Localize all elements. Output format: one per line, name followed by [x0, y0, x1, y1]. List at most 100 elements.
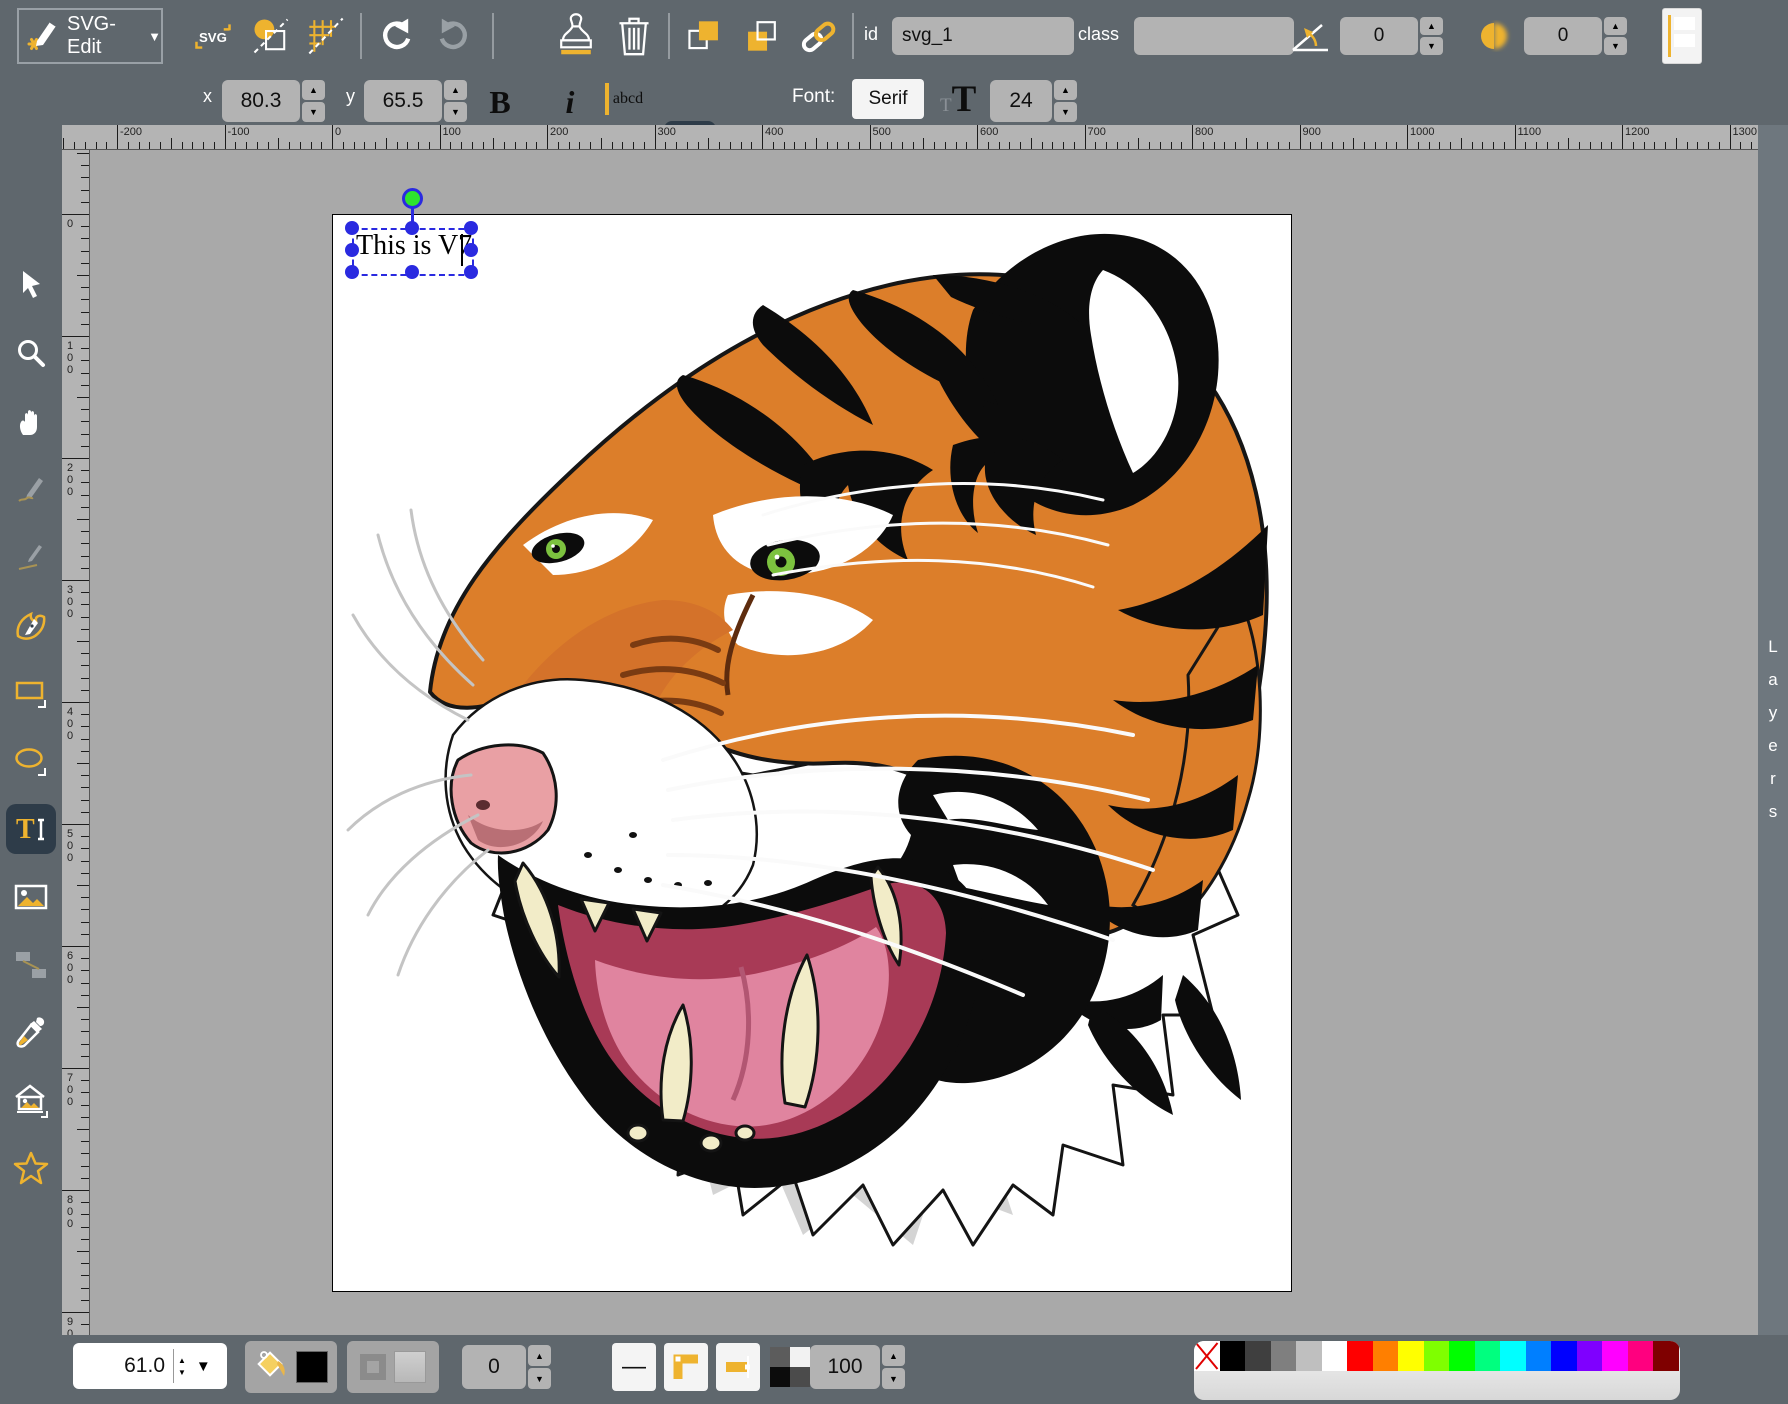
selection-handle-nw[interactable] [345, 221, 359, 235]
italic-button[interactable]: i [548, 80, 592, 124]
class-input[interactable] [1134, 17, 1294, 55]
blur-input[interactable]: 0 ▲ ▼ [1524, 17, 1627, 55]
palette-swatch[interactable] [1602, 1341, 1628, 1371]
ellipse-tool[interactable] [6, 736, 56, 786]
ruler-tick [1171, 142, 1172, 149]
move-top-icon[interactable] [680, 12, 730, 60]
angle-input[interactable]: 0 ▲ ▼ [1340, 17, 1443, 55]
stroke-width-up-button[interactable]: ▲ [528, 1345, 551, 1366]
move-bottom-icon[interactable] [736, 12, 786, 60]
text-tool[interactable]: T [6, 804, 56, 854]
stroke-linejoin-button[interactable] [664, 1343, 708, 1391]
path-tool[interactable] [6, 600, 56, 650]
selection-handle-w[interactable] [345, 243, 359, 257]
x-up-button[interactable]: ▲ [302, 80, 325, 100]
workspace[interactable]: This is V7 [90, 150, 1758, 1335]
palette-swatch[interactable] [1271, 1341, 1297, 1371]
source-icon[interactable]: SVG [188, 14, 238, 58]
rect-tool[interactable] [6, 668, 56, 718]
palette-swatch[interactable] [1653, 1341, 1679, 1371]
eyedropper-tool[interactable] [6, 1008, 56, 1058]
grid-icon[interactable] [300, 12, 352, 60]
stroke-width-down-button[interactable]: ▼ [528, 1368, 551, 1389]
zoom-tool[interactable] [6, 328, 56, 378]
selection-handle-se[interactable] [464, 265, 478, 279]
palette-swatch[interactable] [1373, 1341, 1399, 1371]
blur-up-button[interactable]: ▲ [1604, 17, 1627, 35]
zoom-widget[interactable]: 61.0 ▲ ▼ ▼ [73, 1343, 227, 1389]
font-size-down-button[interactable]: ▼ [1054, 102, 1077, 122]
palette-swatch[interactable] [1347, 1341, 1373, 1371]
zoom-down-button[interactable]: ▼ [178, 1368, 186, 1377]
pencil-tool[interactable] [6, 464, 56, 514]
palette-swatch[interactable] [1526, 1341, 1552, 1371]
stroke-color-swatch[interactable] [394, 1351, 426, 1383]
palette-swatch[interactable] [1424, 1341, 1450, 1371]
layers-panel-tab[interactable]: Layers [1758, 125, 1788, 1335]
palette-swatch[interactable] [1628, 1341, 1654, 1371]
palette-swatch[interactable] [1449, 1341, 1475, 1371]
ruler-tick [870, 125, 871, 149]
angle-down-button[interactable]: ▼ [1420, 37, 1443, 55]
opacity-down-button[interactable]: ▼ [882, 1368, 905, 1389]
editor-background-swatch[interactable] [1662, 8, 1702, 64]
y-up-button[interactable]: ▲ [444, 80, 467, 100]
pan-tool[interactable] [6, 396, 56, 446]
palette-swatch[interactable] [1475, 1341, 1501, 1371]
opacity-up-button[interactable]: ▲ [882, 1345, 905, 1366]
x-down-button[interactable]: ▼ [302, 102, 325, 122]
palette-swatch[interactable] [1500, 1341, 1526, 1371]
undo-icon[interactable] [370, 12, 422, 60]
selection-handle-sw[interactable] [345, 265, 359, 279]
color-palette[interactable] [1194, 1341, 1680, 1400]
wireframe-icon[interactable] [246, 12, 296, 60]
bold-button[interactable]: B [478, 80, 522, 124]
font-size-input[interactable]: 24 ▲ ▼ [990, 80, 1077, 122]
image-tool[interactable] [6, 872, 56, 922]
zoom-up-button[interactable]: ▲ [178, 1356, 186, 1365]
selection-handle-n[interactable] [405, 221, 419, 235]
fill-color-swatch[interactable] [296, 1351, 328, 1383]
font-family-button[interactable]: Serif [852, 79, 924, 119]
palette-swatch[interactable] [1220, 1341, 1246, 1371]
zoom-dropdown-icon[interactable]: ▼ [196, 1358, 211, 1375]
svg-canvas[interactable] [332, 214, 1292, 1292]
selection-handle-ne[interactable] [464, 221, 478, 235]
stroke-color-group[interactable] [347, 1341, 439, 1393]
y-input[interactable]: 65.5 ▲ ▼ [364, 80, 467, 122]
text-anchor-start-button[interactable]: abcd [602, 77, 654, 121]
delete-icon[interactable] [608, 10, 660, 62]
blur-down-button[interactable]: ▼ [1604, 37, 1627, 55]
y-down-button[interactable]: ▼ [444, 102, 467, 122]
palette-swatch[interactable] [1577, 1341, 1603, 1371]
select-tool[interactable] [6, 260, 56, 310]
stroke-dash-button[interactable]: — [612, 1343, 656, 1391]
line-tool[interactable] [6, 532, 56, 582]
redo-icon[interactable] [428, 12, 480, 60]
rotate-handle[interactable] [402, 188, 423, 209]
selection-handle-e[interactable] [464, 243, 478, 257]
id-input[interactable]: svg_1 [892, 17, 1074, 55]
logo-menu-button[interactable]: SVG-Edit ▼ [17, 8, 163, 64]
palette-swatch-none[interactable] [1194, 1341, 1220, 1371]
x-input[interactable]: 80.3 ▲ ▼ [222, 80, 325, 122]
ruler-tick [687, 142, 688, 149]
opacity-input[interactable]: 100 ▲ ▼ [810, 1345, 905, 1389]
palette-swatch[interactable] [1322, 1341, 1348, 1371]
stroke-linecap-button[interactable] [716, 1343, 760, 1391]
shape-library-tool[interactable] [6, 1076, 56, 1126]
angle-up-button[interactable]: ▲ [1420, 17, 1443, 35]
stroke-width-input[interactable]: 0 ▲ ▼ [462, 1345, 551, 1389]
clone-icon[interactable] [550, 10, 602, 62]
palette-swatch[interactable] [1296, 1341, 1322, 1371]
connector-tool[interactable] [6, 940, 56, 990]
link-icon[interactable] [792, 12, 846, 60]
star-tool[interactable] [6, 1144, 56, 1194]
ruler-tick [612, 142, 613, 149]
palette-swatch[interactable] [1551, 1341, 1577, 1371]
selection-handle-s[interactable] [405, 265, 419, 279]
fill-color-group[interactable] [245, 1341, 337, 1393]
font-size-up-button[interactable]: ▲ [1054, 80, 1077, 100]
palette-swatch[interactable] [1398, 1341, 1424, 1371]
palette-swatch[interactable] [1245, 1341, 1271, 1371]
